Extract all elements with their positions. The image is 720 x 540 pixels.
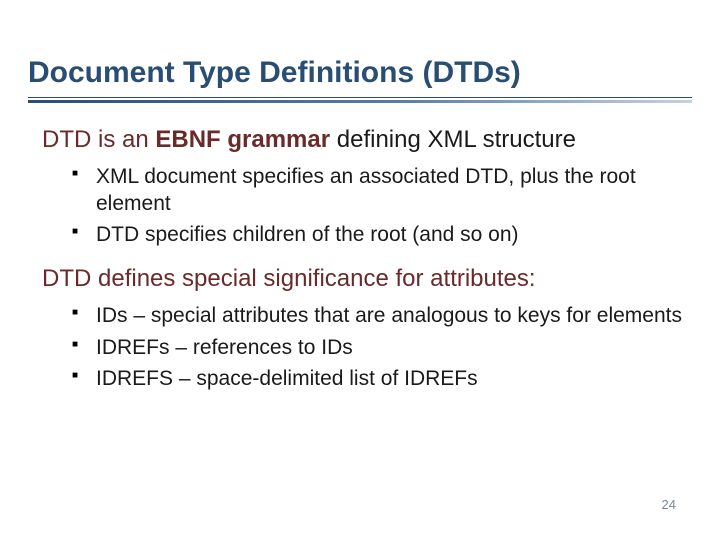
list-item: XML document specifies an associated DTD… [72,163,682,218]
bullet-list-1: XML document specifies an associated DTD… [42,163,682,249]
slide: Document Type Definitions (DTDs) DTD is … [0,0,720,540]
section-heading-1-prefix: DTD is an [42,126,155,153]
title-underline-thin [28,97,692,98]
list-item: IDs – special attributes that are analog… [72,302,682,329]
title-underline [28,97,692,105]
slide-title: Document Type Definitions (DTDs) [28,56,692,91]
slide-body: DTD is an EBNF grammar defining XML stru… [0,125,720,393]
section-heading-1-keyword: EBNF grammar [155,126,330,153]
section-heading-2: DTD defines special significance for att… [42,264,682,294]
list-item: DTD specifies children of the root (and … [72,221,682,248]
list-item: IDREFs – references to IDs [72,334,682,361]
title-block: Document Type Definitions (DTDs) [0,0,720,105]
title-underline-thick [28,100,692,103]
section-heading-1-suffix: defining XML structure [330,126,576,153]
section-heading-1: DTD is an EBNF grammar defining XML stru… [42,125,682,155]
list-item: IDREFS – space-delimited list of IDREFs [72,365,682,392]
page-number: 24 [662,497,676,512]
bullet-list-2: IDs – special attributes that are analog… [42,302,682,392]
